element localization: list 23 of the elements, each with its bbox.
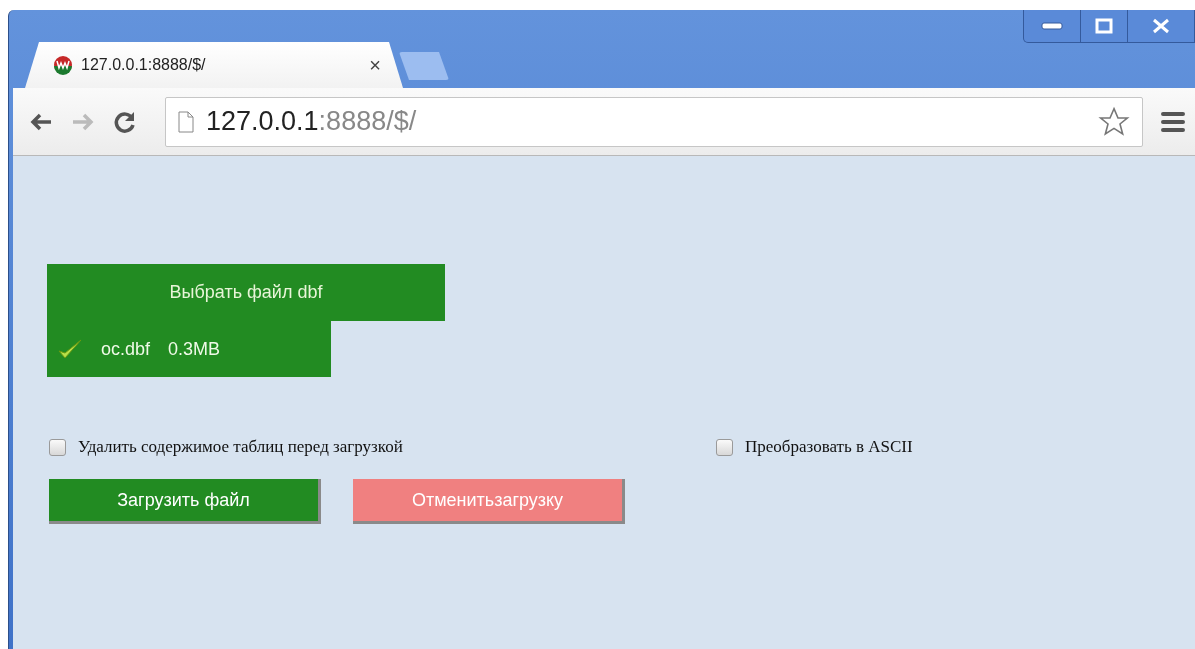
checkbox[interactable] xyxy=(49,438,66,456)
reload-icon[interactable] xyxy=(113,109,137,134)
option-label: Удалить содержимое таблиц перед загрузкой xyxy=(78,437,403,457)
tab-close-button[interactable]: × xyxy=(369,53,381,77)
choose-file-button[interactable]: Выбрать файл dbf xyxy=(47,264,445,321)
browser-tab[interactable]: 127.0.0.1:8888/$/ × xyxy=(25,42,403,88)
minimize-icon[interactable] xyxy=(1041,22,1063,30)
maximize-icon[interactable] xyxy=(1095,18,1113,34)
back-arrow-icon[interactable] xyxy=(29,111,53,132)
tab-title: 127.0.0.1:8888/$/ xyxy=(81,56,207,74)
file-size: 0.3MB xyxy=(168,338,221,360)
file-name: oc.dbf xyxy=(101,338,151,360)
forward-arrow-icon[interactable] xyxy=(71,111,95,132)
page-icon xyxy=(178,110,194,133)
url-text: 127.0.0.1:8888/$/ xyxy=(206,106,418,137)
checkbox[interactable] xyxy=(716,438,733,456)
menu-icon[interactable] xyxy=(1161,110,1185,133)
address-bar[interactable]: 127.0.0.1:8888/$/ xyxy=(165,96,1143,147)
site-icon xyxy=(53,55,73,75)
option-label: Преобразовать в ASCII xyxy=(745,437,913,457)
upload-button[interactable]: Загрузить файл xyxy=(49,479,321,524)
close-icon[interactable] xyxy=(1151,18,1171,34)
star-icon[interactable] xyxy=(1098,105,1130,138)
